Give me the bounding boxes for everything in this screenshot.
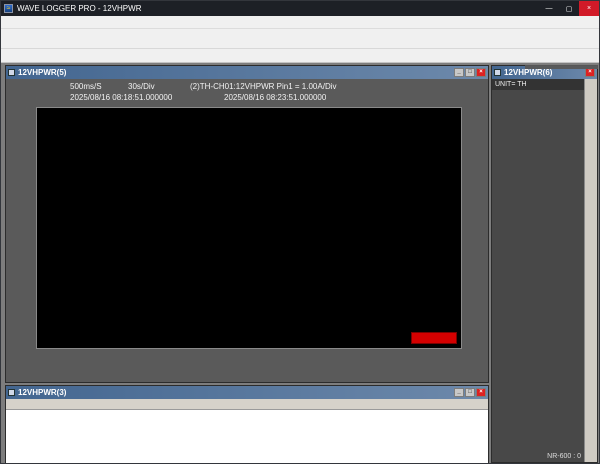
wave-window-titlebar[interactable]: 12VHPWR(5) _ □ × bbox=[6, 66, 488, 79]
wave-window-body: 500ms/S 30s/Div (2)TH-CH01:12VHPWR Pin1 … bbox=[6, 79, 488, 382]
toolbar-secondary bbox=[1, 49, 599, 63]
app-icon: ≈ bbox=[4, 4, 13, 13]
table-window-title: 12VHPWR(3) bbox=[18, 388, 66, 397]
side-toolbar bbox=[584, 79, 597, 462]
channel-monitor-window: 12VHPWR(6) × UNIT= TH NR-600 : 0 bbox=[491, 65, 598, 463]
app-titlebar[interactable]: ≈ WAVE LOGGER PRO - 12VHPWR — ▢ × bbox=[1, 1, 599, 16]
wave-close-button[interactable]: × bbox=[476, 68, 486, 77]
monitor-close-button[interactable]: × bbox=[585, 68, 595, 77]
status-nr600: NR-600 : 0 bbox=[492, 451, 584, 462]
table-window: 12VHPWR(3) _ □ × bbox=[5, 385, 489, 464]
close-button[interactable]: × bbox=[579, 1, 599, 16]
table-close-button[interactable]: × bbox=[476, 388, 486, 397]
channel-scale-label[interactable]: (2)TH-CH01:12VHPWR Pin1 = 1.00A/Div bbox=[190, 82, 337, 91]
menu-bar bbox=[1, 16, 599, 29]
start-timestamp: 2025/08/16 08:18:51.000000 bbox=[70, 93, 172, 102]
monitor-window-title: 12VHPWR(6) bbox=[504, 68, 552, 77]
table-window-titlebar[interactable]: 12VHPWR(3) _ □ × bbox=[6, 386, 488, 399]
wave-minimize-button[interactable]: _ bbox=[454, 68, 464, 77]
time-div-label[interactable]: 30s/Div bbox=[128, 82, 155, 91]
monitor-window-controls: × bbox=[585, 68, 595, 77]
wave-maximize-button[interactable]: □ bbox=[465, 68, 475, 77]
wave-window: 12VHPWR(5) _ □ × 500ms/S 30s/Div (2)TH-C… bbox=[5, 65, 489, 383]
waveform-plot[interactable] bbox=[36, 107, 462, 349]
trace-legend bbox=[525, 65, 598, 69]
unit-label: UNIT= TH bbox=[492, 79, 584, 90]
wave-window-title: 12VHPWR(5) bbox=[18, 68, 66, 77]
table-header bbox=[6, 399, 488, 410]
table-minimize-button[interactable]: _ bbox=[454, 388, 464, 397]
table-window-icon bbox=[8, 389, 15, 396]
toolbar-main bbox=[1, 29, 599, 49]
app-title: WAVE LOGGER PRO - 12VHPWR bbox=[17, 4, 141, 13]
waveform-canvas[interactable] bbox=[37, 108, 461, 348]
app-window: ≈ WAVE LOGGER PRO - 12VHPWR — ▢ × 12VHPW… bbox=[0, 0, 600, 464]
table-maximize-button[interactable]: □ bbox=[465, 388, 475, 397]
monitor-body: UNIT= TH NR-600 : 0 bbox=[492, 79, 597, 462]
wave-window-icon bbox=[8, 69, 15, 76]
monitor-main: UNIT= TH NR-600 : 0 bbox=[492, 79, 584, 462]
window-controls: — ▢ × bbox=[539, 1, 599, 16]
wave-window-controls: _ □ × bbox=[454, 68, 486, 77]
measurement-table bbox=[6, 399, 488, 464]
minimize-button[interactable]: — bbox=[539, 1, 559, 16]
recording-indicator bbox=[411, 332, 457, 344]
sample-rate-label: 500ms/S bbox=[70, 82, 102, 91]
end-timestamp: 2025/08/16 08:23:51.000000 bbox=[224, 93, 326, 102]
mdi-area: 12VHPWR(5) _ □ × 500ms/S 30s/Div (2)TH-C… bbox=[1, 63, 599, 463]
maximize-button[interactable]: ▢ bbox=[559, 1, 579, 16]
monitor-window-icon bbox=[494, 69, 501, 76]
table-window-controls: _ □ × bbox=[454, 388, 486, 397]
channel-blocks bbox=[492, 90, 584, 451]
